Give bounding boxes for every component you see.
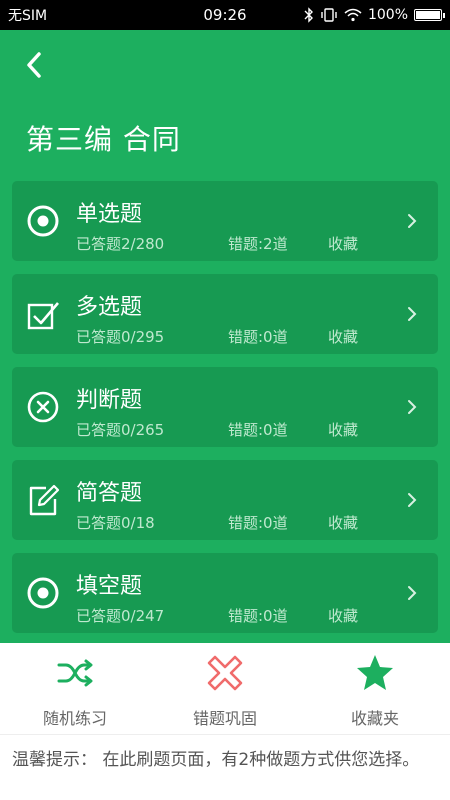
wrong-count: 错题:0道: [228, 328, 288, 346]
wrong-questions-button[interactable]: 错题巩固: [165, 653, 285, 729]
answered-count: 已答题0/18: [76, 514, 155, 532]
favorite-label: 收藏: [328, 235, 359, 253]
radio-target-icon: [27, 205, 59, 237]
answered-count: 已答题0/295: [76, 328, 165, 346]
tab-label: 随机练习: [42, 709, 107, 728]
battery-percent: 100%: [367, 7, 408, 23]
category-title: 单选题: [76, 202, 143, 227]
category-stats: 已答题0/265 错题:0道 收藏: [76, 419, 358, 440]
vibrate-icon: [321, 8, 337, 22]
battery-icon: [414, 9, 445, 21]
chevron-right-icon: [408, 214, 417, 228]
category-stats: 已答题0/295 错题:0道 收藏: [76, 326, 358, 347]
category-title: 简答题: [76, 481, 143, 506]
cross-icon: [207, 655, 243, 691]
chevron-right-icon: [408, 586, 417, 600]
chevron-right-icon: [408, 493, 417, 507]
category-stats: 已答题2/280 错题:2道 收藏: [76, 233, 358, 254]
category-stats: 已答题0/247 错题:0道 收藏: [76, 605, 358, 626]
category-card-multiple-choice[interactable]: 多选题 已答题0/295 错题:0道 收藏: [12, 274, 438, 354]
random-practice-button[interactable]: 随机练习: [15, 653, 135, 729]
bluetooth-icon: [304, 7, 313, 23]
star-icon: [357, 655, 393, 690]
category-title: 多选题: [76, 295, 143, 320]
favorite-label: 收藏: [328, 328, 359, 346]
category-card-true-false[interactable]: 判断题 已答题0/265 错题:0道 收藏: [12, 367, 438, 447]
favorite-label: 收藏: [328, 514, 359, 532]
favorite-label: 收藏: [328, 421, 359, 439]
shuffle-icon: [57, 659, 93, 687]
checkbox-icon: [27, 302, 59, 330]
radio-target-icon: [27, 577, 59, 609]
tip-text: 温馨提示： 在此刷题页面，有2种做题方式供您选择。: [12, 750, 420, 770]
edit-icon: [29, 484, 60, 516]
category-title: 填空题: [76, 574, 143, 599]
wrong-count: 错题:0道: [228, 421, 288, 439]
category-stats: 已答题0/18 错题:0道 收藏: [76, 512, 358, 533]
tab-label: 收藏夹: [350, 709, 399, 728]
page-title: 第三编 合同: [26, 123, 181, 156]
wifi-icon: [344, 8, 362, 22]
chevron-right-icon: [408, 307, 417, 321]
status-bar: 无SIM 09:26 100%: [0, 0, 450, 30]
answered-count: 已答题2/280: [76, 235, 165, 253]
chevron-right-icon: [408, 400, 417, 414]
category-card-single-choice[interactable]: 单选题 已答题2/280 错题:2道 收藏: [12, 181, 438, 261]
back-arrow-icon[interactable]: [20, 50, 50, 80]
favorites-button[interactable]: 收藏夹: [315, 653, 435, 729]
answered-count: 已答题0/265: [76, 421, 165, 439]
category-card-short-answer[interactable]: 简答题 已答题0/18 错题:0道 收藏: [12, 460, 438, 540]
category-card-fill-blank[interactable]: 填空题 已答题0/247 错题:0道 收藏: [12, 553, 438, 633]
circle-x-icon: [27, 391, 59, 423]
answered-count: 已答题0/247: [76, 607, 165, 625]
tab-label: 错题巩固: [192, 709, 257, 728]
battery-fill: [416, 11, 440, 19]
status-icons: 100%: [304, 7, 445, 23]
wrong-count: 错题:0道: [228, 607, 288, 625]
favorite-label: 收藏: [328, 607, 359, 625]
wrong-count: 错题:0道: [228, 514, 288, 532]
bottom-action-bar: 随机练习 错题巩固 收藏夹: [0, 643, 450, 735]
wrong-count: 错题:2道: [228, 235, 288, 253]
main-panel: 第三编 合同 单选题 已答题2/280 错题:2道 收藏 多选题 已答题0/29…: [0, 30, 450, 643]
category-title: 判断题: [76, 388, 143, 413]
